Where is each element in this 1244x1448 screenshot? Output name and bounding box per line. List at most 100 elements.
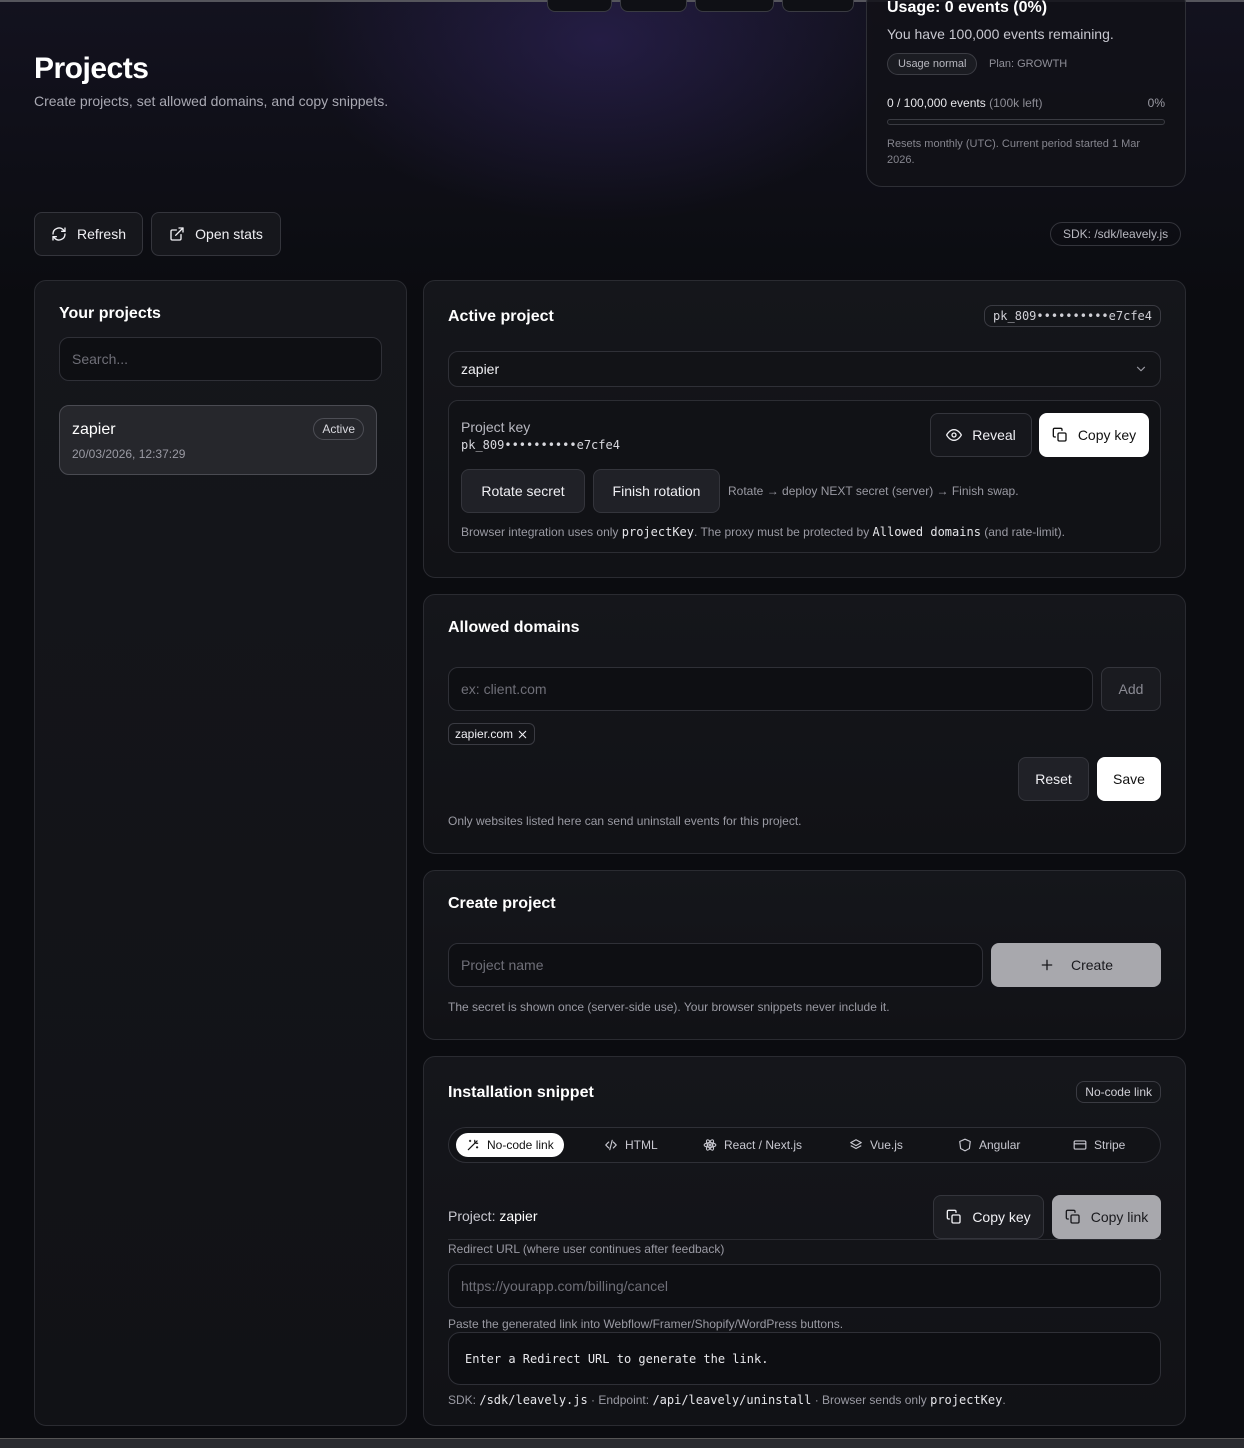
copy-icon — [946, 1209, 961, 1224]
integration-code-allowed-domains: Allowed domains — [872, 525, 981, 539]
footer-project-key: projectKey — [930, 1393, 1003, 1407]
project-list-item[interactable]: zapier 20/03/2026, 12:37:29 Active — [59, 405, 377, 475]
usage-card: Usage: 0 events (0%) You have 100,000 ev… — [866, 0, 1186, 187]
create-project-note: The secret is shown once (server-side us… — [448, 1000, 890, 1014]
tab-react-nextjs[interactable]: React / Next.js — [693, 1133, 812, 1157]
plus-icon — [1041, 959, 1053, 971]
usage-count: 0 / 100,000 events (100k left) — [887, 96, 1042, 110]
tab-stripe-label: Stripe — [1094, 1138, 1126, 1152]
refresh-label: Refresh — [76, 226, 127, 242]
atom-icon — [703, 1139, 717, 1151]
code-icon — [605, 1139, 617, 1151]
usage-percent: 0% — [1147, 96, 1165, 110]
tab-vuejs[interactable]: Vue.js — [839, 1133, 913, 1157]
tab-vuejs-label: Vue.js — [870, 1138, 903, 1152]
project-key-label: Project key — [461, 419, 531, 435]
snippet-divider — [448, 1239, 1161, 1240]
active-project-panel: Active project pk_809••••••••••e7cfe4 za… — [423, 280, 1186, 578]
reset-domains-button[interactable]: Reset — [1018, 757, 1089, 801]
usage-count-value: 0 / 100,000 events — [887, 96, 986, 110]
usage-reset-note: Resets monthly (UTC). Current period sta… — [887, 138, 1141, 166]
project-key-card: Project key pk_809••••••••••e7cfe4 Revea… — [448, 400, 1161, 553]
integration-code-project-key: projectKey — [621, 525, 694, 539]
tab-angular[interactable]: Angular — [948, 1133, 1030, 1157]
tab-html[interactable]: HTML — [594, 1133, 668, 1157]
usage-remaining: You have 100,000 events remaining. — [887, 26, 1114, 42]
generated-link-box[interactable]: Enter a Redirect URL to generate the lin… — [448, 1332, 1161, 1385]
refresh-icon — [52, 227, 66, 241]
domain-tag[interactable]: zapier.com — [448, 723, 536, 745]
reveal-button[interactable]: Reveal — [930, 413, 1032, 457]
installation-snippet-title: Installation snippet — [448, 1084, 594, 1101]
snippet-copy-key-button[interactable]: Copy key — [933, 1195, 1044, 1239]
plan-label: Plan: GROWTH — [989, 58, 1068, 70]
integration-note: Browser integration uses only projectKey… — [461, 525, 1065, 539]
copy-link-button[interactable]: Copy link — [1052, 1195, 1161, 1239]
allowed-domains-note: Only websites listed here can send unins… — [448, 814, 802, 828]
redirect-url-placeholder: https://yourapp.com/billing/cancel — [461, 1278, 668, 1294]
project-key-value: pk_809••••••••••e7cfe4 — [461, 438, 620, 452]
finish-rotation-button[interactable]: Finish rotation — [593, 469, 720, 513]
footer-sdk-label: SDK: — [448, 1393, 480, 1407]
tab-angular-label: Angular — [979, 1138, 1021, 1152]
tab-no-code-link-label: No-code link — [487, 1138, 554, 1152]
tab-html-label: HTML — [625, 1138, 658, 1152]
add-domain-button[interactable]: Add — [1101, 667, 1161, 711]
project-item-name: zapier — [72, 421, 116, 438]
domain-tag-label: zapier.com — [455, 727, 514, 741]
usage-left: (100k left) — [989, 96, 1043, 110]
redirect-url-input[interactable]: https://yourapp.com/billing/cancel — [448, 1264, 1161, 1308]
save-domains-button[interactable]: Save — [1097, 757, 1161, 801]
snippet-copy-key-label: Copy key — [972, 1209, 1031, 1225]
tab-react-nextjs-label: React / Next.js — [724, 1138, 803, 1152]
project-select[interactable]: zapier — [448, 351, 1161, 387]
create-label: Create — [1070, 957, 1114, 973]
tab-stripe[interactable]: Stripe — [1063, 1133, 1135, 1157]
snippet-mode-badge: No-code link — [1076, 1081, 1161, 1103]
tab-no-code-link[interactable]: No-code link — [456, 1133, 564, 1157]
search-placeholder: Search... — [72, 351, 129, 367]
integration-note-part-2: . The proxy must be protected by — [694, 525, 873, 539]
finish-rotation-label: Finish rotation — [612, 483, 701, 499]
top-button-3[interactable] — [695, 0, 774, 12]
close-icon[interactable] — [517, 729, 528, 740]
create-project-panel: Create project Project name Create The s… — [423, 870, 1186, 1040]
rotate-secret-button[interactable]: Rotate secret — [461, 469, 585, 513]
project-item-date: 20/03/2026, 12:37:29 — [72, 447, 186, 461]
paste-note: Paste the generated link into Webflow/Fr… — [448, 1317, 844, 1331]
active-project-title: Active project — [448, 308, 554, 325]
allowed-domains-title: Allowed domains — [448, 619, 580, 636]
snippet-project-name: zapier — [499, 1208, 538, 1224]
project-select-value: zapier — [461, 361, 500, 377]
open-stats-button[interactable]: Open stats — [151, 212, 281, 256]
snippet-project: Project: zapier — [448, 1208, 538, 1224]
top-button-2[interactable] — [620, 0, 687, 12]
copy-icon — [1065, 1209, 1080, 1224]
project-name-input[interactable]: Project name — [448, 943, 983, 987]
reset-label: Reset — [1035, 771, 1072, 787]
page-title: Projects — [34, 52, 149, 85]
domain-input[interactable]: ex: client.com — [448, 667, 1093, 711]
usage-title: Usage: 0 events (0%) — [887, 0, 1048, 16]
copy-key-button[interactable]: Copy key — [1039, 413, 1149, 457]
rotate-note: Rotate → deploy NEXT secret (server) → F… — [728, 484, 1019, 498]
top-button-1[interactable] — [547, 0, 612, 12]
create-project-button[interactable]: Create — [991, 943, 1161, 987]
footer-end: . — [1002, 1393, 1006, 1407]
redirect-url-label: Redirect URL (where user continues after… — [448, 1242, 725, 1256]
rotate-secret-label: Rotate secret — [481, 483, 565, 499]
eye-icon — [946, 429, 963, 441]
projects-panel-title: Your projects — [59, 305, 161, 322]
project-key-badge: pk_809••••••••••e7cfe4 — [984, 305, 1161, 327]
project-active-badge: Active — [313, 418, 364, 440]
refresh-button[interactable]: Refresh — [34, 212, 143, 256]
reveal-label: Reveal — [972, 427, 1016, 443]
layers-icon — [850, 1139, 862, 1150]
footer-endpoint-label: · Endpoint: — [587, 1393, 653, 1407]
top-button-4[interactable] — [782, 0, 854, 12]
project-search-input[interactable]: Search... — [59, 337, 382, 381]
footer-endpoint-path: /api/leavely/uninstall — [652, 1393, 812, 1407]
footer-sdk-path: /sdk/leavely.js — [479, 1393, 588, 1407]
sdk-badge: SDK: /sdk/leavely.js — [1050, 222, 1182, 246]
page-subtitle: Create projects, set allowed domains, an… — [34, 93, 389, 109]
